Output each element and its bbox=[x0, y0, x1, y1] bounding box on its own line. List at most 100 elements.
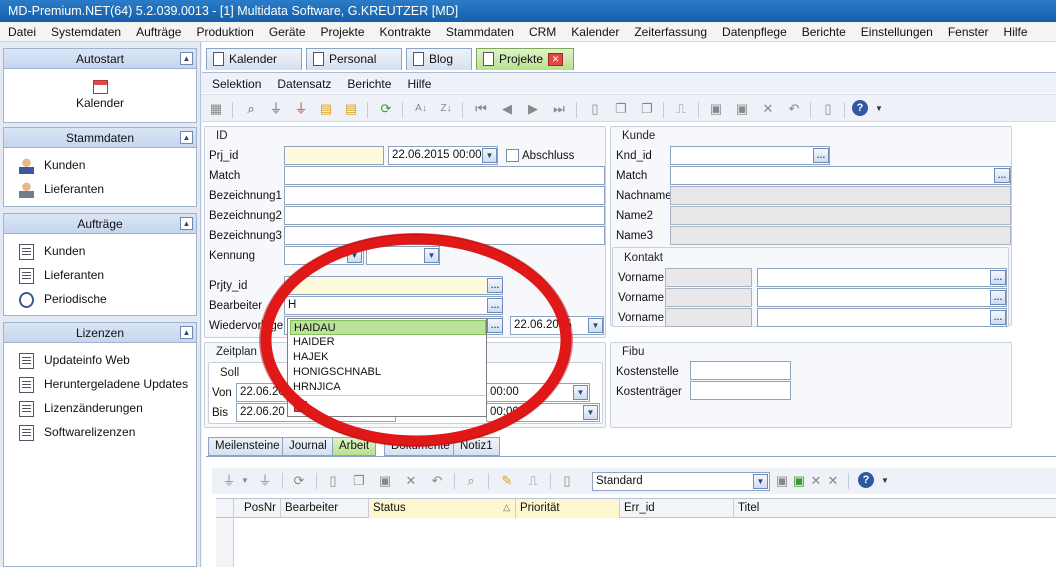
search-icon[interactable]: ⌕ bbox=[242, 100, 260, 118]
sidebar-header-lizenzen[interactable]: Lizenzen ▲ bbox=[4, 323, 196, 343]
collapse-icon[interactable]: ▲ bbox=[180, 217, 193, 230]
tab-notiz1[interactable]: Notiz1 bbox=[453, 437, 500, 456]
sidebar-item-heruntergeladene-updates[interactable]: Heruntergeladene Updates bbox=[19, 377, 188, 397]
lookup-icon[interactable]: … bbox=[487, 318, 503, 333]
sidebar-item-auftraege-kunden[interactable]: Kunden bbox=[19, 244, 85, 264]
column-header-titel[interactable]: Titel bbox=[734, 499, 1056, 518]
sidebar-item-auftraege-lieferanten[interactable]: Lieferanten bbox=[19, 268, 104, 288]
delete-icon[interactable]: ✕ bbox=[402, 472, 420, 490]
undo-icon[interactable]: ↶ bbox=[428, 472, 446, 490]
help-icon[interactable]: ? bbox=[852, 100, 868, 116]
new-record-icon[interactable]: ▯ bbox=[324, 472, 342, 490]
menu-fenster[interactable]: Fenster bbox=[940, 22, 996, 39]
kontakt-input[interactable] bbox=[757, 288, 1007, 307]
delete-icon[interactable]: ✕ bbox=[759, 100, 777, 118]
kunde-match-input[interactable] bbox=[670, 166, 1011, 185]
menu-projekte[interactable]: Projekte bbox=[313, 22, 372, 39]
search-icon[interactable]: ⌕ bbox=[462, 472, 480, 490]
sidebar-header-stammdaten[interactable]: Stammdaten ▲ bbox=[4, 128, 196, 148]
bezeichnung1-input[interactable] bbox=[284, 186, 605, 205]
lookup-icon[interactable]: … bbox=[813, 148, 829, 163]
chevron-down-icon[interactable]: ▼ bbox=[236, 472, 254, 490]
sidebar-item-kalender[interactable]: Kalender bbox=[4, 75, 196, 119]
stamp-icon[interactable]: ⎍ bbox=[524, 472, 542, 490]
chevron-down-icon[interactable]: ▼ bbox=[482, 148, 497, 163]
submenu-berichte[interactable]: Berichte bbox=[337, 73, 397, 91]
chevron-down-icon[interactable]: ▼ bbox=[876, 472, 894, 490]
sort-descending-icon[interactable]: Z↓ bbox=[437, 100, 455, 118]
menu-hilfe[interactable]: Hilfe bbox=[996, 22, 1035, 39]
chevron-down-icon[interactable]: ▼ bbox=[573, 385, 588, 400]
collapse-icon[interactable]: ▲ bbox=[180, 131, 193, 144]
refresh-icon[interactable]: ⟳ bbox=[290, 472, 308, 490]
tab-personal[interactable]: Personal bbox=[306, 48, 402, 70]
save-layout-icon[interactable]: ▣ bbox=[773, 472, 791, 490]
save-icon[interactable]: ▣ bbox=[707, 100, 725, 118]
menu-zeiterfassung[interactable]: Zeiterfassung bbox=[626, 22, 714, 39]
tab-kalender[interactable]: Kalender bbox=[206, 48, 302, 70]
collapse-icon[interactable]: ▲ bbox=[180, 326, 193, 339]
match-input[interactable] bbox=[284, 166, 605, 185]
edit-icon[interactable]: ✎ bbox=[498, 472, 516, 490]
stamp-icon[interactable]: ⎍ bbox=[672, 100, 690, 118]
sidebar-item-softwarelizenzen[interactable]: Softwarelizenzen bbox=[19, 425, 135, 445]
sidebar-item-stammdaten-lieferanten[interactable]: Lieferanten bbox=[19, 182, 104, 202]
reset-layout-icon[interactable]: ✕ bbox=[824, 472, 842, 490]
save-icon[interactable]: ▣ bbox=[376, 472, 394, 490]
menu-systemdaten[interactable]: Systemdaten bbox=[43, 22, 128, 39]
close-dropdown-icon[interactable]: ✕ bbox=[294, 401, 307, 412]
tab-arbeit[interactable]: Arbeit bbox=[332, 437, 377, 456]
print-icon[interactable]: ▯ bbox=[558, 472, 576, 490]
print-icon[interactable]: ▯ bbox=[819, 100, 837, 118]
bearbeiter-input[interactable]: H bbox=[284, 296, 503, 315]
chevron-down-icon[interactable]: ▼ bbox=[753, 474, 768, 489]
chevron-down-icon[interactable]: ▼ bbox=[583, 405, 598, 420]
prj-id-input[interactable] bbox=[284, 146, 384, 165]
dropdown-option[interactable]: HAIDER bbox=[290, 335, 486, 350]
submenu-selektion[interactable]: Selektion bbox=[202, 73, 267, 91]
column-header-status[interactable]: Status △ bbox=[369, 499, 516, 518]
dropdown-option[interactable]: HAJEK bbox=[290, 350, 486, 365]
menu-crm[interactable]: CRM bbox=[521, 22, 563, 39]
chevron-down-icon[interactable]: ▼ bbox=[424, 248, 439, 263]
menu-kontrakte[interactable]: Kontrakte bbox=[372, 22, 438, 39]
submenu-datensatz[interactable]: Datensatz bbox=[267, 73, 337, 91]
sidebar-item-updateinfo-web[interactable]: Updateinfo Web bbox=[19, 353, 130, 373]
sidebar-item-stammdaten-kunden[interactable]: Kunden bbox=[19, 158, 85, 178]
dropdown-option[interactable]: HRNJICA bbox=[290, 380, 486, 395]
kontakt-input[interactable] bbox=[757, 268, 1007, 287]
help-icon[interactable]: ? bbox=[858, 472, 874, 488]
column-header-bearbeiter[interactable]: Bearbeiter bbox=[281, 499, 369, 518]
knd-id-input[interactable] bbox=[670, 146, 830, 165]
tab-blog[interactable]: Blog bbox=[406, 48, 472, 70]
menu-berichte[interactable]: Berichte bbox=[794, 22, 853, 39]
menu-auftraege[interactable]: Aufträge bbox=[128, 22, 188, 39]
chevron-down-icon[interactable]: ▼ bbox=[588, 318, 603, 333]
tab-meilensteine[interactable]: Meilensteine bbox=[208, 437, 287, 456]
chevron-down-icon[interactable]: ▼ bbox=[347, 248, 362, 263]
menu-produktion[interactable]: Produktion bbox=[188, 22, 260, 39]
sort-ascending-icon[interactable]: A↓ bbox=[412, 100, 430, 118]
menu-datei[interactable]: Datei bbox=[0, 22, 43, 39]
sidebar-header-autostart[interactable]: Autostart ▲ bbox=[4, 49, 196, 69]
submenu-hilfe[interactable]: Hilfe bbox=[397, 73, 437, 91]
bezeichnung3-input[interactable] bbox=[284, 226, 605, 245]
previous-record-icon[interactable]: ◀ bbox=[498, 100, 516, 118]
dropdown-option[interactable]: HONIGSCHNABL bbox=[290, 365, 486, 380]
tab-dokumente[interactable]: Dokumente bbox=[384, 437, 457, 456]
database-export-icon[interactable]: ▤ bbox=[342, 100, 360, 118]
lookup-icon[interactable]: … bbox=[487, 278, 503, 293]
column-header-posnr[interactable]: PosNr bbox=[234, 499, 281, 518]
refresh-icon[interactable]: ⟳ bbox=[377, 100, 395, 118]
sidebar-item-auftraege-periodische[interactable]: Periodische bbox=[19, 292, 107, 312]
layout-select[interactable]: Standard bbox=[592, 472, 770, 491]
lookup-icon[interactable]: … bbox=[990, 310, 1006, 325]
grid-row-selector[interactable] bbox=[216, 499, 234, 518]
tab-journal[interactable]: Journal bbox=[282, 437, 334, 456]
copy-record-icon[interactable]: ❐ bbox=[350, 472, 368, 490]
kontakt-input[interactable] bbox=[757, 308, 1007, 327]
column-header-prioritaet[interactable]: Priorität bbox=[516, 499, 620, 518]
filter-icon[interactable]: ⏚ bbox=[267, 100, 285, 118]
grid-view-icon[interactable]: ▦ bbox=[207, 100, 225, 118]
new-record-icon[interactable]: ▯ bbox=[586, 100, 604, 118]
